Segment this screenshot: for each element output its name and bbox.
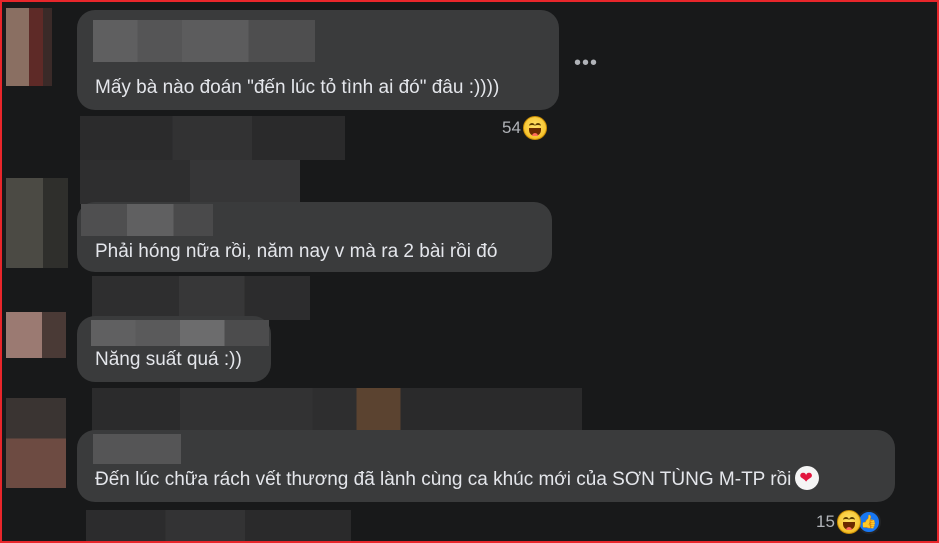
reaction-count: 54 xyxy=(502,118,521,137)
more-options-icon[interactable]: ••• xyxy=(574,52,598,75)
blurred-actions xyxy=(80,116,345,160)
commenter-name[interactable] xyxy=(93,434,181,464)
blurred-actions xyxy=(86,510,351,541)
avatar[interactable] xyxy=(6,8,52,86)
avatar[interactable] xyxy=(6,178,68,268)
reaction-summary[interactable]: 15 👍 xyxy=(816,510,881,534)
heart-emoji-icon xyxy=(795,466,820,491)
comment-bubble: Phải hóng nữa rồi, năm nay v mà ra 2 bài… xyxy=(77,202,552,272)
haha-reaction-icon xyxy=(836,510,861,534)
comment-bubble: Đến lúc chữa rách vết thương đã lành cùn… xyxy=(77,430,895,502)
commenter-name[interactable] xyxy=(93,20,315,62)
commenter-name[interactable] xyxy=(91,320,269,346)
commenter-name[interactable] xyxy=(81,204,213,236)
comment-thread: Mấy bà nào đoán "đến lúc tỏ tình ai đó" … xyxy=(0,0,939,543)
reaction-summary[interactable]: 54 xyxy=(502,116,547,140)
blurred-actions xyxy=(92,388,582,434)
comment-text: Năng suất quá :)) xyxy=(95,349,242,370)
comment-text: Mấy bà nào đoán "đến lúc tỏ tình ai đó" … xyxy=(95,77,500,98)
comment-text: Đến lúc chữa rách vết thương đã lành cùn… xyxy=(95,466,820,492)
blurred-actions xyxy=(92,276,310,320)
reaction-count: 15 xyxy=(816,512,835,531)
avatar[interactable] xyxy=(6,398,66,488)
blurred-actions xyxy=(80,160,300,204)
comment-bubble: Năng suất quá :)) xyxy=(77,316,271,382)
comment-text: Phải hóng nữa rồi, năm nay v mà ra 2 bài… xyxy=(95,241,498,262)
avatar[interactable] xyxy=(6,312,66,358)
comment-bubble: Mấy bà nào đoán "đến lúc tỏ tình ai đó" … xyxy=(77,10,559,110)
haha-reaction-icon xyxy=(522,116,547,140)
